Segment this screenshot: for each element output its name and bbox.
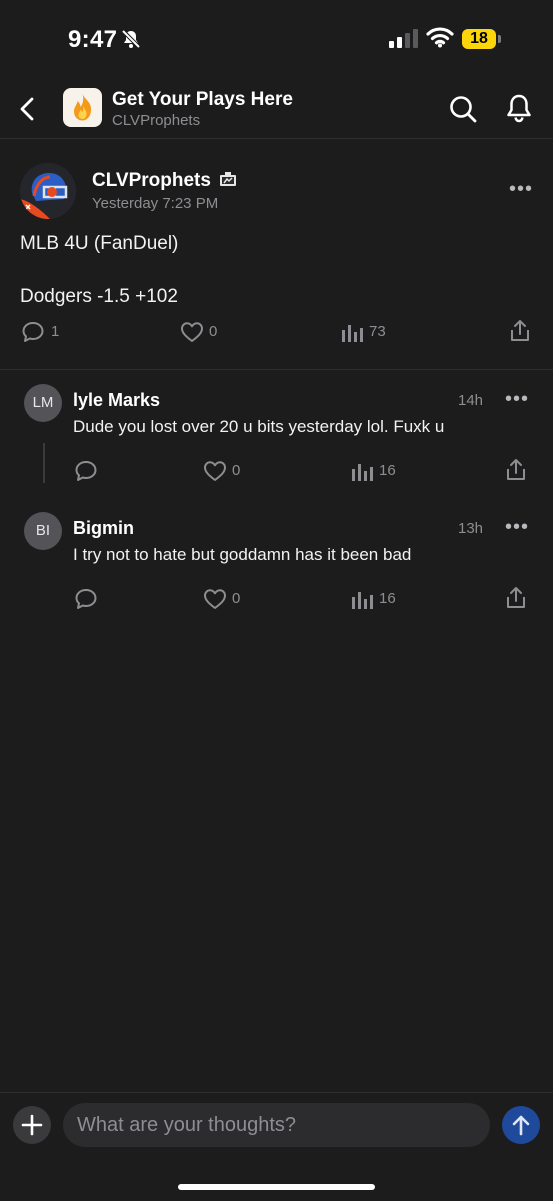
- comment-time: 14h: [458, 392, 484, 409]
- comment-more-options-icon[interactable]: •••: [505, 388, 529, 411]
- share-icon[interactable]: [509, 319, 531, 343]
- post-comment-count: 1: [51, 323, 60, 340]
- comment-view-count: 16: [379, 462, 396, 479]
- home-indicator[interactable]: [178, 1184, 375, 1190]
- views-bar-chart-icon: [352, 464, 373, 481]
- header-divider: [0, 138, 553, 139]
- comment-avatar[interactable]: LM: [24, 384, 62, 422]
- moderator-badge-icon: [220, 172, 236, 186]
- share-icon[interactable]: [505, 458, 527, 482]
- comment-like-count: 0: [232, 462, 241, 479]
- post-author-avatar[interactable]: [20, 163, 76, 219]
- battery-tip: [498, 35, 501, 43]
- post-author-name[interactable]: CLVProphets: [92, 170, 211, 192]
- comment-more-options-icon[interactable]: •••: [505, 516, 529, 539]
- comment-avatar[interactable]: BI: [24, 512, 62, 550]
- football-helmet-icon: [20, 163, 76, 219]
- send-button[interactable]: [502, 1106, 540, 1144]
- notifications-bell-icon[interactable]: [505, 93, 533, 123]
- comment-time: 13h: [458, 520, 484, 537]
- share-icon[interactable]: [505, 586, 527, 610]
- battery-icon: 18: [462, 29, 496, 49]
- fire-icon: [74, 94, 92, 121]
- like-heart-icon[interactable]: [203, 588, 227, 610]
- post-text-line-1: MLB 4U (FanDuel): [20, 233, 179, 254]
- comment-text: I try not to hate but goddamn has it bee…: [73, 545, 412, 564]
- views-bar-chart-icon: [352, 592, 373, 609]
- add-attachment-button[interactable]: [13, 1106, 51, 1144]
- channel-title: Get Your Plays Here: [112, 89, 293, 110]
- post-text-line-2: Dodgers -1.5 +102: [20, 286, 178, 307]
- post-more-options-icon[interactable]: •••: [509, 178, 533, 201]
- thread-line: [43, 443, 45, 483]
- comment-reply-icon[interactable]: [74, 460, 98, 482]
- plus-icon: [21, 1114, 43, 1136]
- channel-subtitle: CLVProphets: [112, 112, 201, 129]
- post-divider: [0, 369, 553, 370]
- search-icon[interactable]: [448, 94, 478, 124]
- comment-like-count: 0: [232, 590, 241, 607]
- back-arrow-icon[interactable]: [16, 96, 38, 122]
- post-view-count: 73: [369, 323, 386, 340]
- channel-logo: [63, 88, 102, 127]
- status-time: 9:47: [68, 26, 118, 53]
- views-bar-chart-icon: [342, 325, 363, 342]
- comment-text: Dude you lost over 20 u bits yesterday l…: [73, 417, 445, 436]
- silent-mode-icon: [121, 29, 141, 49]
- post-timestamp: Yesterday 7:23 PM: [92, 195, 219, 212]
- comment-input[interactable]: [63, 1103, 490, 1147]
- comment-author-name[interactable]: lyle Marks: [73, 390, 160, 411]
- comment-author-name[interactable]: Bigmin: [73, 518, 134, 539]
- arrow-up-icon: [512, 1115, 530, 1136]
- post-like-count: 0: [209, 323, 218, 340]
- wifi-icon: [426, 27, 454, 48]
- cellular-signal-icon: [389, 29, 418, 48]
- like-heart-icon[interactable]: [180, 321, 204, 343]
- comment-reply-icon[interactable]: [74, 588, 98, 610]
- comment-view-count: 16: [379, 590, 396, 607]
- like-heart-icon[interactable]: [203, 460, 227, 482]
- comment-icon[interactable]: [21, 321, 45, 343]
